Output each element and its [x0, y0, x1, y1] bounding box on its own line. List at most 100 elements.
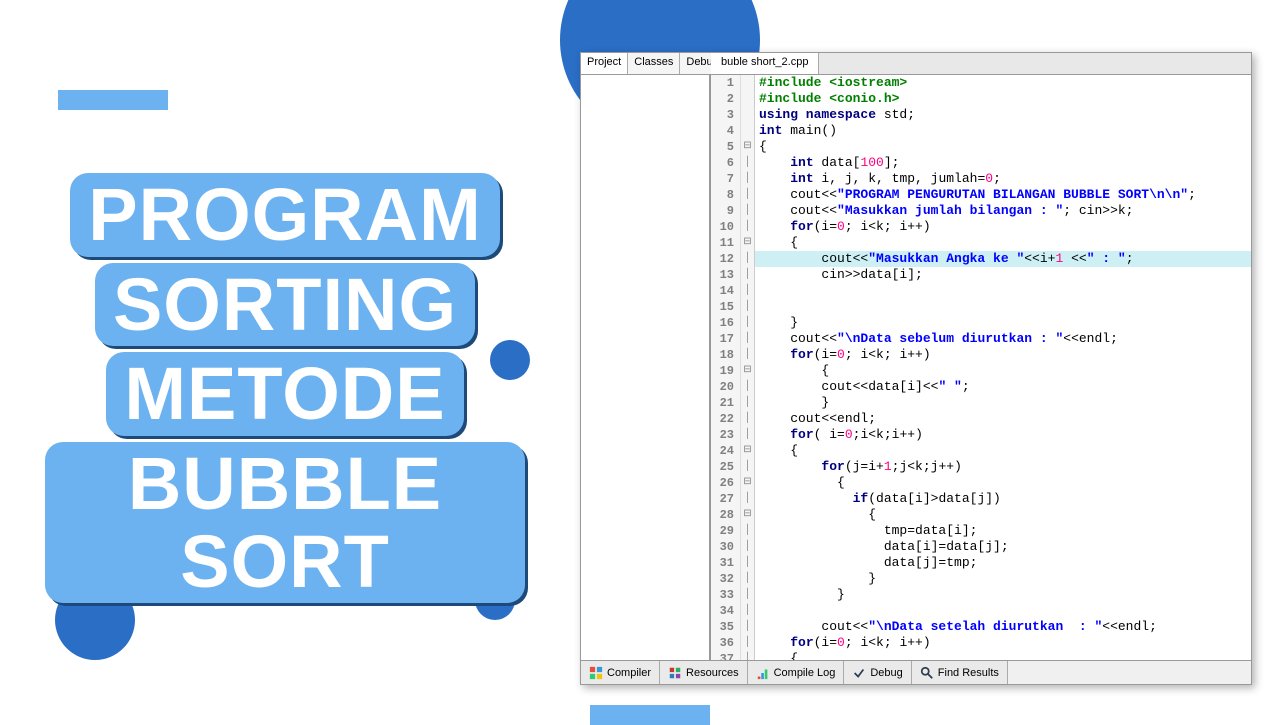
decor-bar-top: [58, 90, 168, 110]
code-line[interactable]: 12│ cout<<"Masukkan Angka ke "<<i+1 <<" …: [711, 251, 1251, 267]
fold-marker[interactable]: │: [741, 203, 755, 219]
code-content: cout<<"Masukkan jumlah bilangan : "; cin…: [755, 203, 1251, 219]
line-number: 11: [711, 235, 741, 251]
fold-marker[interactable]: │: [741, 299, 755, 315]
code-line[interactable]: 5⊟{: [711, 139, 1251, 155]
fold-marker[interactable]: │: [741, 619, 755, 635]
code-line[interactable]: 3using namespace std;: [711, 107, 1251, 123]
code-line[interactable]: 25│ for(j=i+1;j<k;j++): [711, 459, 1251, 475]
code-line[interactable]: 19⊟ {: [711, 363, 1251, 379]
code-line[interactable]: 33│ }: [711, 587, 1251, 603]
fold-marker[interactable]: [741, 123, 755, 139]
code-line[interactable]: 36│ for(i=0; i<k; i++): [711, 635, 1251, 651]
code-line[interactable]: 17│ cout<<"\nData sebelum diurutkan : "<…: [711, 331, 1251, 347]
code-line[interactable]: 34│: [711, 603, 1251, 619]
project-panel: ProjectClassesDebug: [581, 53, 711, 660]
fold-marker[interactable]: │: [741, 523, 755, 539]
fold-marker[interactable]: │: [741, 347, 755, 363]
bottom-tab-compiler[interactable]: Compiler: [581, 661, 660, 684]
side-tab-project[interactable]: Project: [581, 53, 628, 74]
fold-marker[interactable]: │: [741, 155, 755, 171]
code-line[interactable]: 24⊟ {: [711, 443, 1251, 459]
line-number: 2: [711, 91, 741, 107]
fold-marker[interactable]: │: [741, 459, 755, 475]
code-line[interactable]: 9│ cout<<"Masukkan jumlah bilangan : "; …: [711, 203, 1251, 219]
fold-marker[interactable]: ⊟: [741, 139, 755, 155]
fold-marker[interactable]: │: [741, 651, 755, 660]
fold-marker[interactable]: │: [741, 331, 755, 347]
fold-marker[interactable]: │: [741, 571, 755, 587]
code-line[interactable]: 2#include <conio.h>: [711, 91, 1251, 107]
fold-marker[interactable]: │: [741, 315, 755, 331]
fold-marker[interactable]: ⊟: [741, 235, 755, 251]
fold-marker[interactable]: │: [741, 283, 755, 299]
fold-marker[interactable]: │: [741, 603, 755, 619]
line-number: 24: [711, 443, 741, 459]
fold-marker[interactable]: │: [741, 635, 755, 651]
code-line[interactable]: 13│ cin>>data[i];: [711, 267, 1251, 283]
code-line[interactable]: 11⊟ {: [711, 235, 1251, 251]
line-number: 29: [711, 523, 741, 539]
code-line[interactable]: 6│ int data[100];: [711, 155, 1251, 171]
code-content: {: [755, 443, 1251, 459]
fold-marker[interactable]: │: [741, 427, 755, 443]
code-line[interactable]: 1#include <iostream>: [711, 75, 1251, 91]
line-number: 12: [711, 251, 741, 267]
fold-marker[interactable]: [741, 91, 755, 107]
bottom-tab-find-results[interactable]: Find Results: [912, 661, 1008, 684]
code-line[interactable]: 16│ }: [711, 315, 1251, 331]
line-number: 27: [711, 491, 741, 507]
fold-marker[interactable]: │: [741, 555, 755, 571]
code-line[interactable]: 14│: [711, 283, 1251, 299]
side-tab-bar: ProjectClassesDebug: [581, 53, 709, 75]
code-line[interactable]: 22│ cout<<endl;: [711, 411, 1251, 427]
code-line[interactable]: 28⊟ {: [711, 507, 1251, 523]
code-line[interactable]: 29│ tmp=data[i];: [711, 523, 1251, 539]
code-line[interactable]: 30│ data[i]=data[j];: [711, 539, 1251, 555]
code-line[interactable]: 4int main(): [711, 123, 1251, 139]
code-line[interactable]: 21│ }: [711, 395, 1251, 411]
fold-marker[interactable]: │: [741, 411, 755, 427]
code-line[interactable]: 10│ for(i=0; i<k; i++): [711, 219, 1251, 235]
fold-marker[interactable]: ⊟: [741, 443, 755, 459]
side-tab-classes[interactable]: Classes: [628, 53, 680, 74]
fold-marker[interactable]: │: [741, 267, 755, 283]
fold-marker[interactable]: │: [741, 587, 755, 603]
code-line[interactable]: 27│ if(data[i]>data[j]): [711, 491, 1251, 507]
fold-marker[interactable]: │: [741, 395, 755, 411]
fold-marker[interactable]: [741, 75, 755, 91]
fold-marker[interactable]: │: [741, 171, 755, 187]
fold-marker[interactable]: [741, 107, 755, 123]
code-line[interactable]: 31│ data[j]=tmp;: [711, 555, 1251, 571]
bottom-tab-compile-log[interactable]: Compile Log: [748, 661, 845, 684]
code-content: }: [755, 587, 1251, 603]
code-line[interactable]: 37│ {: [711, 651, 1251, 660]
file-tab[interactable]: buble short_2.cpp: [711, 53, 819, 74]
code-line[interactable]: 8│ cout<<"PROGRAM PENGURUTAN BILANGAN BU…: [711, 187, 1251, 203]
code-line[interactable]: 32│ }: [711, 571, 1251, 587]
fold-marker[interactable]: ⊟: [741, 475, 755, 491]
fold-marker[interactable]: │: [741, 491, 755, 507]
fold-marker[interactable]: │: [741, 219, 755, 235]
code-line[interactable]: 15│: [711, 299, 1251, 315]
fold-marker[interactable]: │: [741, 379, 755, 395]
fold-marker[interactable]: │: [741, 539, 755, 555]
line-number: 13: [711, 267, 741, 283]
code-content: [755, 299, 1251, 315]
code-line[interactable]: 7│ int i, j, k, tmp, jumlah=0;: [711, 171, 1251, 187]
code-content: cout<<"\nData setelah diurutkan : "<<end…: [755, 619, 1251, 635]
code-line[interactable]: 20│ cout<<data[i]<<" ";: [711, 379, 1251, 395]
code-editor[interactable]: 1#include <iostream>2#include <conio.h>3…: [711, 75, 1251, 660]
code-line[interactable]: 26⊟ {: [711, 475, 1251, 491]
bottom-tab-debug[interactable]: Debug: [844, 661, 911, 684]
code-line[interactable]: 23│ for( i=0;i<k;i++): [711, 427, 1251, 443]
fold-marker[interactable]: │: [741, 187, 755, 203]
bottom-tab-resources[interactable]: Resources: [660, 661, 748, 684]
code-content: [755, 603, 1251, 619]
code-line[interactable]: 18│ for(i=0; i<k; i++): [711, 347, 1251, 363]
code-line[interactable]: 35│ cout<<"\nData setelah diurutkan : "<…: [711, 619, 1251, 635]
fold-marker[interactable]: ⊟: [741, 507, 755, 523]
fold-marker[interactable]: │: [741, 251, 755, 267]
line-number: 4: [711, 123, 741, 139]
fold-marker[interactable]: ⊟: [741, 363, 755, 379]
